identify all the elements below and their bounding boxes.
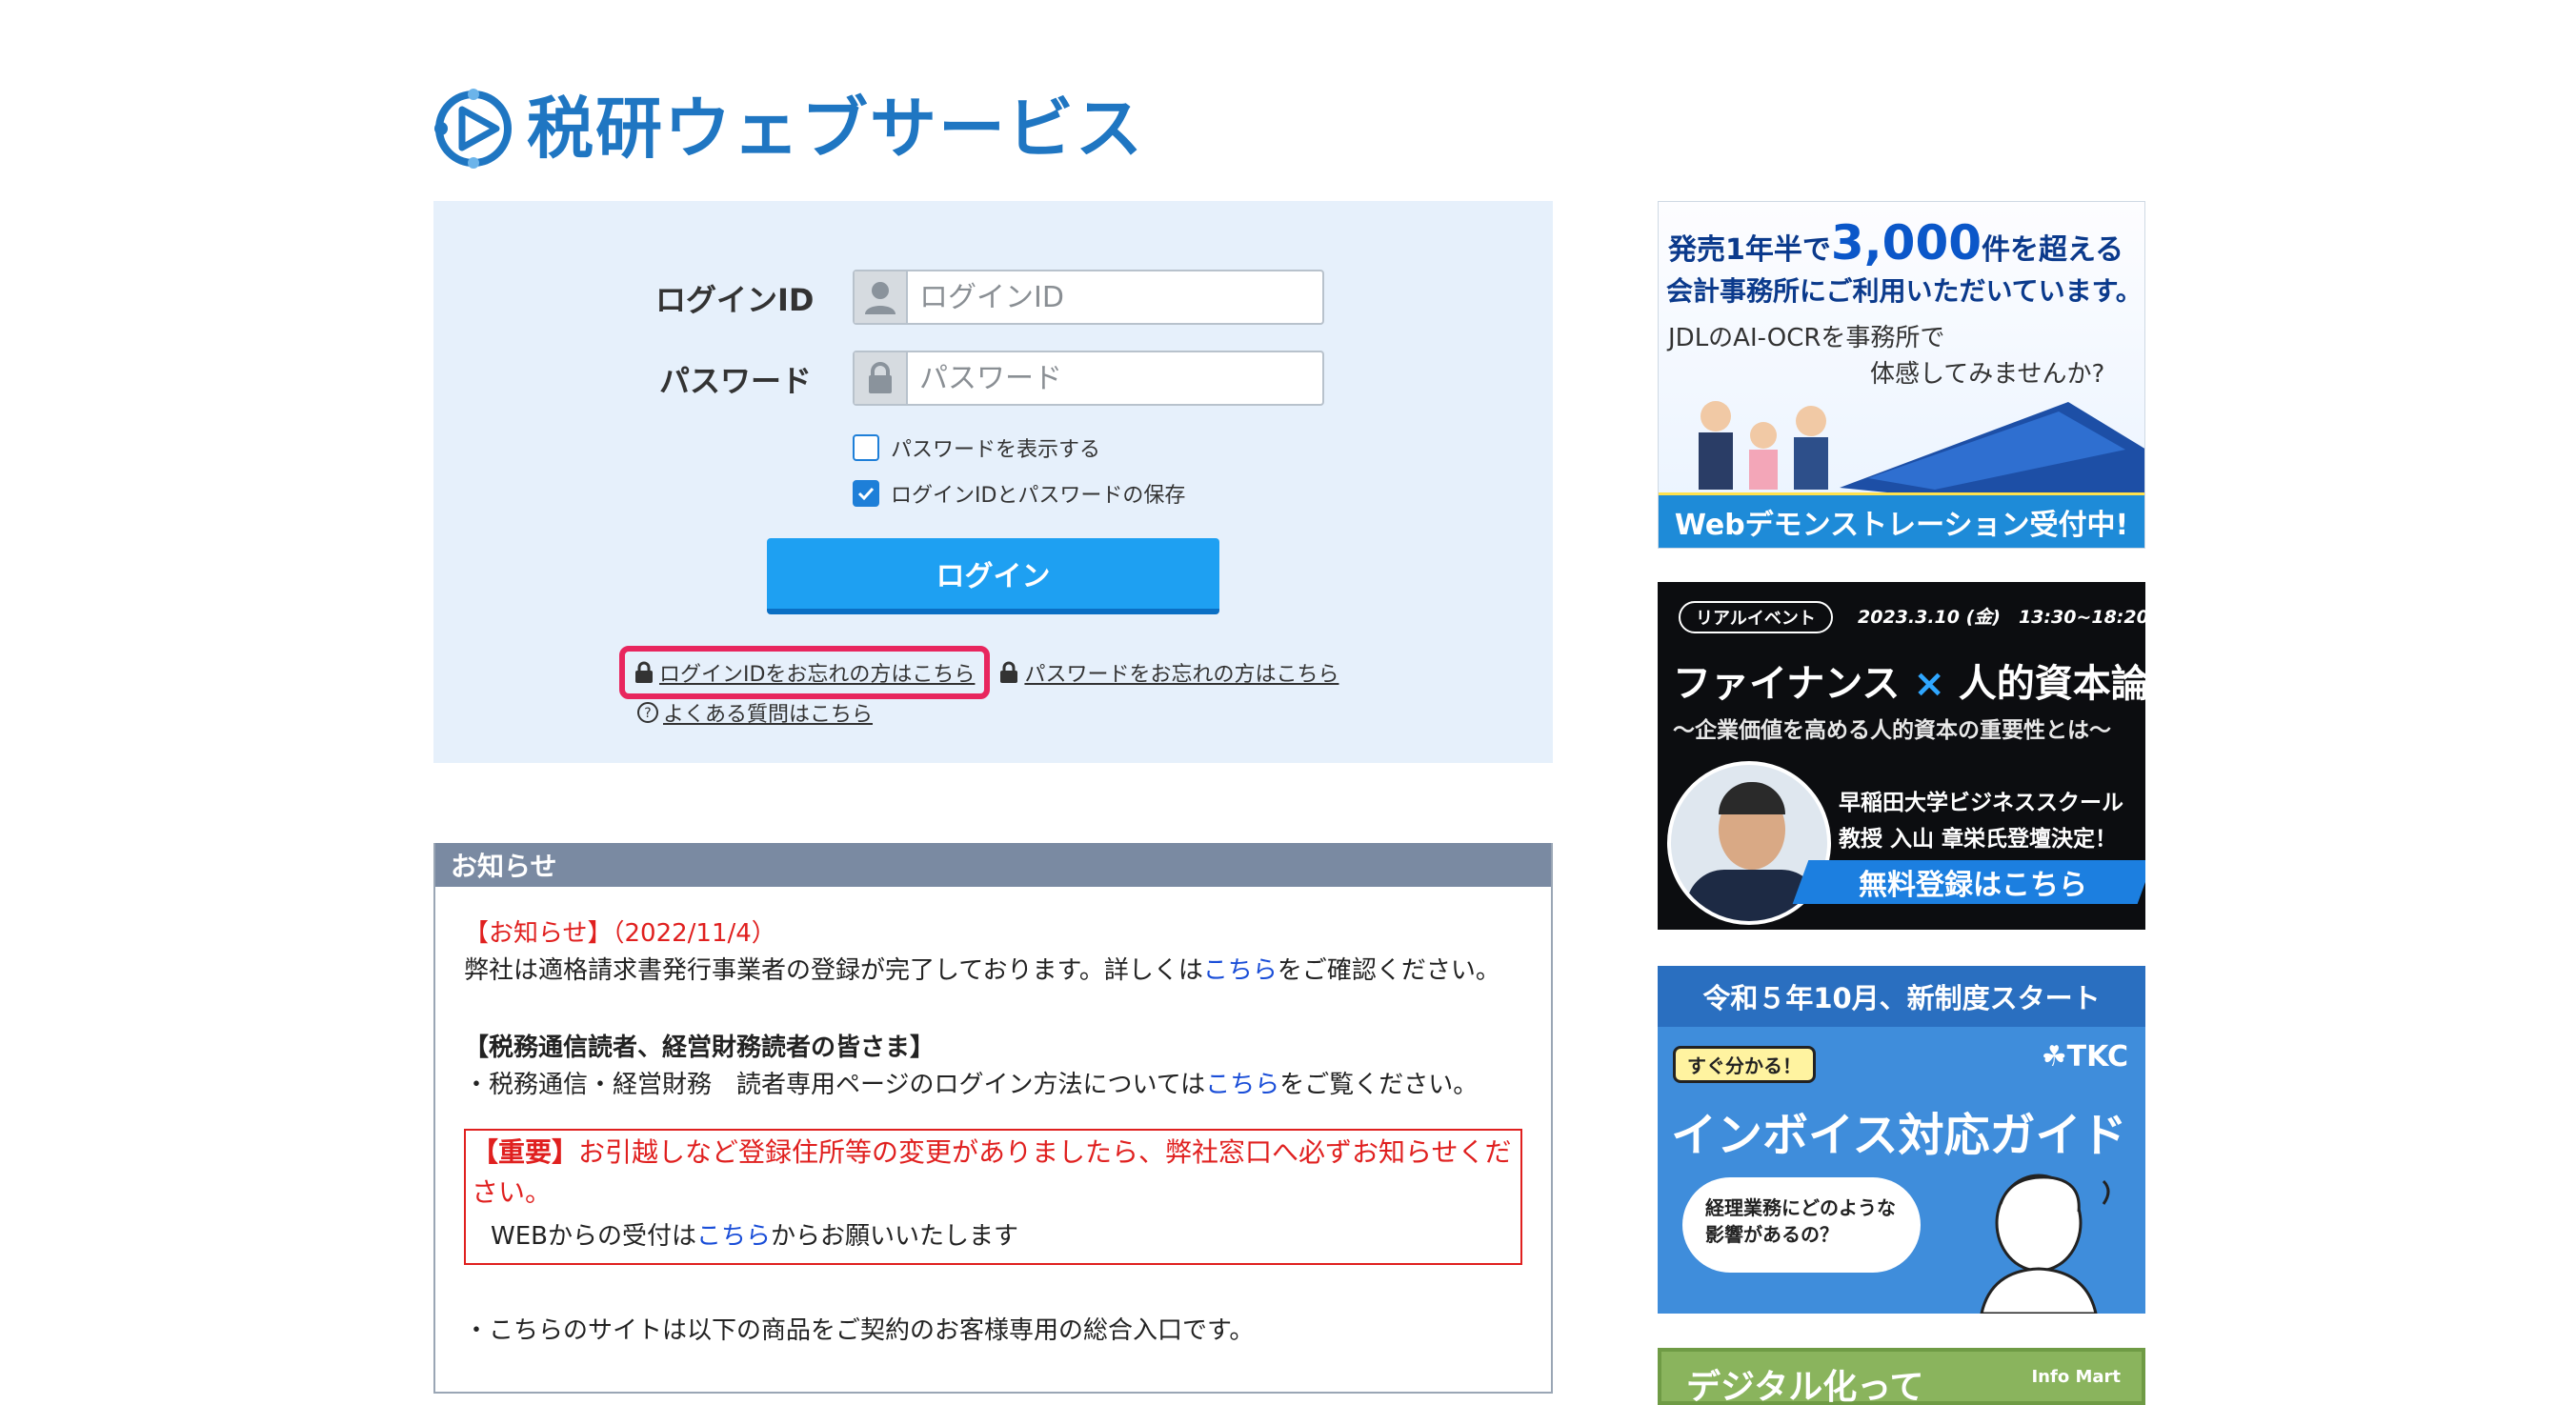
b2-speaker1: 早稲田大学ビジネススクール: [1839, 791, 2123, 815]
login-id-field[interactable]: [853, 270, 1324, 325]
notice-text: からお願いいたします: [771, 1222, 1019, 1251]
banner-event[interactable]: リアルイベント 2023.3.10 (金) 13:30~18:20 ファイナンス…: [1658, 582, 2145, 930]
b4-brand: Info Mart: [2031, 1367, 2121, 1387]
forgot-id-link[interactable]: ログインIDをお忘れの方はこちら: [634, 657, 975, 688]
forgot-password-text[interactable]: パスワードをお忘れの方はこちら: [1024, 657, 1338, 688]
forgot-id-highlight: ログインIDをお忘れの方はこちら: [619, 646, 991, 699]
notice-panel: お知らせ 【お知らせ】（2022/11/4） 弊社は適格請求書発行事業者の登録が…: [433, 843, 1553, 1394]
tkc-icon: ☘: [2041, 1040, 2067, 1074]
password-input[interactable]: [908, 352, 1322, 404]
lock-icon: [1000, 661, 1018, 683]
notice-text: WEBからの受付は: [491, 1222, 696, 1251]
b1-line3: JDLのAI-OCRを事務所で: [1668, 324, 1945, 352]
save-credentials-label[interactable]: ログインIDとパスワードの保存: [891, 478, 1185, 509]
important-tag: 【重要】: [472, 1136, 579, 1168]
notice-text: をご確認ください。: [1277, 956, 1500, 985]
b2-title-b: 人的資本論: [1958, 662, 2145, 706]
forgot-password-link[interactable]: パスワードをお忘れの方はこちら: [999, 657, 1338, 688]
login-panel: ログインID パスワード パスワードを表示する ログインIDとパスワードの保存 …: [433, 201, 1553, 763]
important-message: お引越しなど登録住所等の変更がありましたら、弊社窓口へ必ずお知らせください。: [472, 1136, 1512, 1208]
b1-footer: Webデモンストレーション受付中!: [1659, 492, 2144, 548]
login-button[interactable]: ログイン: [767, 538, 1219, 614]
b3-top: 令和５年10月、新制度スタート: [1658, 966, 2145, 1027]
save-credentials-row[interactable]: ログインIDとパスワードの保存: [853, 478, 1185, 509]
notice-item3-text: ・こちらのサイトは以下の商品をご契約のお客様専用の総合入口です。: [464, 1316, 1255, 1345]
b1-line1: 発売1年半で3,000件を超える: [1668, 215, 2123, 271]
b1-number: 3,000: [1830, 215, 1982, 271]
b2-cta-text: 無料登録はこちら: [1859, 869, 2087, 902]
important-text: 【重要】お引越しなど登録住所等の変更がありましたら、弊社窓口へ必ずお知らせくださ…: [472, 1133, 1515, 1213]
important-notice-box: 【重要】お引越しなど登録住所等の変更がありましたら、弊社窓口へ必ずお知らせくださ…: [464, 1129, 1522, 1265]
forgot-id-text[interactable]: ログインIDをお忘れの方はこちら: [659, 657, 975, 688]
business-people-illustration: [1699, 401, 2144, 492]
b2-date: 2023.3.10 (金) 13:30~18:20: [1858, 607, 2145, 628]
b3-bubble-text: 影響があるの？: [1705, 1223, 1839, 1246]
b2-title-a: ファイナンス: [1673, 662, 1901, 706]
show-password-row[interactable]: パスワードを表示する: [853, 432, 1100, 463]
b2-speaker2: 教授 入山 章栄氏登壇決定！: [1839, 827, 2118, 852]
faq-link[interactable]: ? よくある質問はこちら: [636, 697, 873, 728]
b4-text: デジタル化って: [1686, 1368, 1924, 1405]
save-credentials-checkbox[interactable]: [853, 480, 879, 507]
notice-text: 弊社は適格請求書発行事業者の登録が完了しております。詳しくは: [464, 956, 1203, 985]
show-password-label[interactable]: パスワードを表示する: [891, 432, 1100, 463]
logo-text: 税研ウェブサービス: [527, 90, 1144, 168]
b2-title-x: ×: [1913, 662, 1945, 706]
b1-line2: 会計事務所にご利用いただいています。: [1666, 275, 2143, 307]
notice-item2-link[interactable]: こちら: [1205, 1071, 1279, 1099]
lock-icon: [635, 661, 653, 683]
logo-icon: [434, 89, 512, 169]
show-password-checkbox[interactable]: [853, 434, 879, 461]
b3-badge: すぐ分かる！: [1673, 1046, 1816, 1083]
banner-tkc-invoice[interactable]: 令和５年10月、新制度スタート すぐ分かる！ ☘TKC インボイス対応ガイド 経…: [1658, 966, 2145, 1314]
lock-icon: [855, 352, 908, 404]
user-icon: [855, 271, 908, 323]
faq-text[interactable]: よくある質問はこちら: [663, 697, 873, 728]
svg-text:?: ?: [644, 706, 651, 721]
tkc-brand: TKC: [2066, 1040, 2128, 1074]
help-icon: ?: [637, 702, 658, 723]
banner-infomart[interactable]: デジタル化って Info Mart: [1658, 1348, 2145, 1405]
b1-text: 発売1年半で: [1668, 233, 1831, 267]
b1-text: 件を超える: [1982, 233, 2124, 267]
notice-item2-title: 【税務通信読者、経営財務読者の皆さま】: [464, 1034, 936, 1062]
notice-item2-text: ・税務通信・経営財務 読者専用ページのログイン方法についてはこちらをご覧ください…: [464, 1067, 1522, 1104]
b2-cta: 無料登録はこちら: [1792, 860, 2145, 904]
b3-speech-bubble: 経理業務にどのような 影響があるの？: [1682, 1177, 1921, 1273]
b3-bubble-text: 経理業務にどのような: [1705, 1196, 1896, 1219]
web-request-line: WEBからの受付はこちらからお願いいたします: [472, 1218, 1515, 1255]
banner-jdl-ocr[interactable]: 発売1年半で3,000件を超える 会計事務所にご利用いただいています。 JDLの…: [1658, 201, 2145, 549]
site-logo[interactable]: 税研ウェブサービス: [433, 86, 1144, 171]
b3-title: インボイス対応ガイド: [1671, 1109, 2127, 1162]
login-id-input[interactable]: [908, 271, 1322, 323]
notice-body: 【お知らせ】（2022/11/4） 弊社は適格請求書発行事業者の登録が完了してお…: [435, 887, 1551, 1350]
login-id-label: ログインID: [655, 282, 815, 318]
password-field[interactable]: [853, 351, 1324, 406]
b2-title: ファイナンス × 人的資本論: [1673, 652, 2145, 708]
web-request-link[interactable]: こちら: [696, 1222, 771, 1251]
password-label: パスワード: [659, 363, 813, 399]
check-icon: [857, 487, 875, 500]
tkc-logo: ☘TKC: [2042, 1040, 2128, 1074]
thinking-person-illustration: [1980, 1174, 2110, 1314]
notice-item1-text: 弊社は適格請求書発行事業者の登録が完了しております。詳しくはこちらをご確認くださ…: [464, 953, 1522, 990]
b2-tag: リアルイベント: [1679, 601, 1833, 633]
notice-text: ・税務通信・経営財務 読者専用ページのログイン方法については: [464, 1071, 1206, 1099]
notice-text: をご覧ください。: [1279, 1071, 1479, 1099]
notice-header: お知らせ: [435, 843, 1551, 887]
notice-item1-title: 【お知らせ】（2022/11/4）: [464, 919, 776, 948]
notice-item1-link[interactable]: こちら: [1203, 956, 1278, 985]
help-links: ログインIDをお忘れの方はこちら パスワードをお忘れの方はこちら: [619, 646, 1338, 699]
b2-subtitle: ～企業価値を高める人的資本の重要性とは～: [1673, 718, 2111, 743]
